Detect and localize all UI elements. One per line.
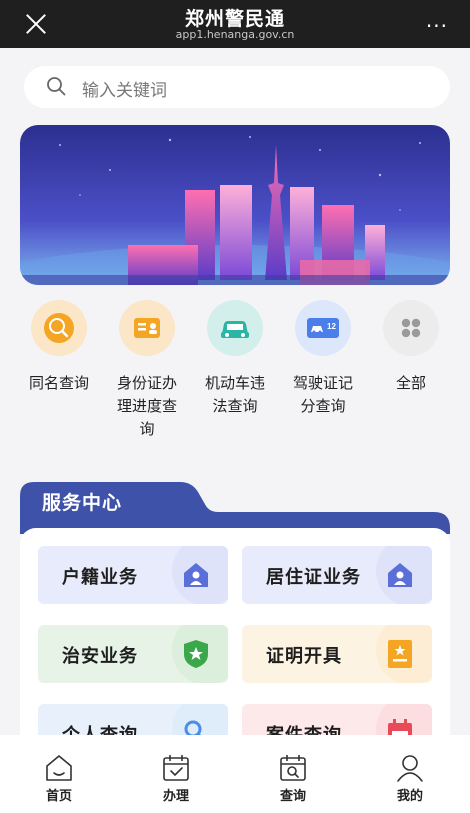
name-search-icon [44,313,74,343]
quick-action-vehicle-violation[interactable]: 机动车违法查询 [190,300,280,418]
service-card-public-security[interactable]: 治安业务 [38,625,228,683]
quick-action-id-progress[interactable]: 身份证办理进度查询 [102,300,192,441]
nav-item-profile[interactable]: 我的 [370,753,450,804]
bottom-nav: 首页 办理 查询 我的 [0,735,470,813]
service-center-title: 服务中心 [42,492,123,514]
quick-action-label: 机动车违法查询 [204,374,265,415]
service-card-label: 居住证业务 [266,567,361,588]
quick-action-label: 全部 [395,374,426,392]
quick-circle [383,300,439,356]
service-card-residence[interactable]: 居住证业务 [242,546,432,604]
app-title: 郑州警民通 [184,8,285,30]
quick-action-label: 驾驶证记分查询 [292,374,353,415]
service-card-label: 户籍业务 [62,567,138,588]
quick-circle: 12 [295,300,351,356]
search-icon [47,77,66,96]
service-card-label: 治安业务 [62,646,138,667]
quick-action-all[interactable]: 全部 [366,300,456,395]
quick-circle [31,300,87,356]
shield-star-icon [184,640,208,668]
residence-icon [388,563,412,587]
svg-text:12: 12 [327,322,336,331]
license-icon: 12 [307,318,339,338]
quick-circle [119,300,175,356]
profile-icon [397,755,423,782]
home-icon [46,755,72,781]
nav-label: 办理 [162,789,189,804]
certificate-icon [388,640,412,668]
nav-item-handle[interactable]: 办理 [136,753,216,804]
service-card-household[interactable]: 户籍业务 [38,546,228,604]
service-card-label: 证明开具 [266,646,342,667]
id-card-icon [134,318,160,338]
grid-icon [401,318,421,338]
car-icon [221,321,249,338]
nav-label: 查询 [279,789,306,804]
top-bar: 郑州警民通 app1.henanga.gov.cn ··· [0,0,470,48]
quick-circle [207,300,263,356]
quick-action-label: 身份证办理进度查询 [116,374,177,438]
quick-action-license-points[interactable]: 12 驾驶证记分查询 [278,300,368,418]
banner-image[interactable] [20,125,450,285]
city-skyline-illustration [20,125,450,285]
nav-label: 我的 [396,789,423,804]
more-button[interactable]: ··· [426,14,448,38]
nav-item-home[interactable]: 首页 [19,753,99,804]
app-url: app1.henanga.gov.cn [175,28,295,41]
quick-action-label: 同名查询 [28,374,89,392]
service-card-certificate[interactable]: 证明开具 [242,625,432,683]
nav-item-query[interactable]: 查询 [253,753,333,804]
household-icon [184,563,208,587]
quick-action-name-search[interactable]: 同名查询 [14,300,104,395]
search-placeholder: 输入关键词 [82,81,167,101]
handle-calendar-icon [163,755,189,781]
nav-label: 首页 [45,789,72,804]
query-calendar-icon [280,755,306,781]
search-input[interactable]: 输入关键词 [24,66,450,108]
